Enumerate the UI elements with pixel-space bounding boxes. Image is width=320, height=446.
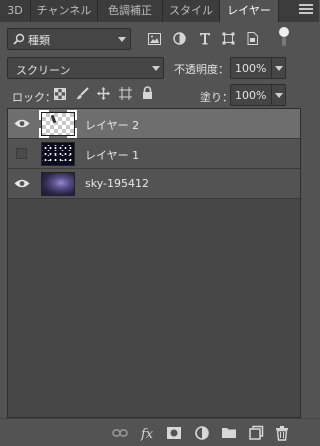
layer-thumbnail-stars <box>41 142 75 166</box>
tab-3d[interactable]: 3D <box>0 0 31 22</box>
panel-tab-bar: 3D チャンネル 色調補正 スタイル レイヤー <box>0 0 319 22</box>
svg-text:fx: fx <box>140 427 154 441</box>
trash-icon[interactable] <box>274 425 290 441</box>
filter-label: 種類 <box>28 34 50 47</box>
fill-label: 塗り： <box>200 91 233 104</box>
adjustment-filter-icon[interactable] <box>173 32 186 45</box>
opacity-input[interactable]: 100% <box>230 57 286 79</box>
chevron-down-icon <box>152 66 160 71</box>
layer-name: レイヤー 1 <box>85 149 140 162</box>
layer-name: sky-195412 <box>85 177 149 190</box>
panel-menu-icon[interactable] <box>299 4 313 18</box>
opacity-value: 100% <box>235 62 267 75</box>
type-filter-icon[interactable] <box>199 32 211 45</box>
lock-artboard-icon[interactable] <box>119 87 132 100</box>
layer-row-sky[interactable]: sky-195412 <box>8 169 300 199</box>
layer-row-layer1[interactable]: レイヤー 1 <box>8 139 300 169</box>
fill-value: 100% <box>235 89 267 102</box>
tab-adjustments[interactable]: 色調補正 <box>98 0 163 22</box>
lock-all-icon[interactable] <box>142 86 153 100</box>
link-icon[interactable] <box>112 425 128 441</box>
mask-icon[interactable] <box>166 425 182 441</box>
tab-channels[interactable]: チャンネル <box>31 0 98 22</box>
pixel-filter-icon[interactable] <box>148 33 161 45</box>
layer-thumbnail-transparent <box>39 110 77 138</box>
lock-transparent-pixels-icon[interactable] <box>54 88 66 100</box>
opacity-label: 不透明度： <box>174 63 229 76</box>
layers-panel: 3D チャンネル 色調補正 スタイル レイヤー 種類 スクリーン 不透明度： 1… <box>0 0 319 446</box>
layer-thumbnail-sky <box>41 172 75 196</box>
fx-icon[interactable]: fx <box>140 425 156 441</box>
chevron-down-icon <box>118 37 126 42</box>
lock-label: ロック： <box>12 91 56 104</box>
tab-styles[interactable]: スタイル <box>163 0 220 22</box>
eye-icon[interactable] <box>14 118 30 129</box>
visibility-toggle[interactable] <box>16 148 27 159</box>
layer-filter-select[interactable]: 種類 <box>7 28 131 50</box>
shape-filter-icon[interactable] <box>222 32 235 45</box>
filter-toggle-switch[interactable] <box>279 27 289 47</box>
layers-list: レイヤー 2 レイヤー 1 sky-195412 <box>7 108 301 418</box>
eye-icon[interactable] <box>14 178 30 189</box>
adjustment-icon[interactable] <box>194 425 210 441</box>
new-layer-icon[interactable] <box>248 425 264 441</box>
lock-image-pixels-icon[interactable] <box>76 87 89 100</box>
layer-row-layer2[interactable]: レイヤー 2 <box>8 109 300 139</box>
layer-name: レイヤー 2 <box>85 119 140 132</box>
layers-bottom-toolbar: fx <box>0 418 319 446</box>
smart-object-filter-icon[interactable] <box>247 32 258 45</box>
blend-mode-select[interactable]: スクリーン <box>7 57 164 79</box>
search-icon <box>13 33 25 45</box>
chevron-down-icon <box>275 66 283 71</box>
tab-layers[interactable]: レイヤー <box>220 0 279 22</box>
lock-position-icon[interactable] <box>97 87 110 100</box>
blend-mode-value: スクリーン <box>16 64 71 77</box>
chevron-down-icon <box>275 93 283 98</box>
fill-input[interactable]: 100% <box>230 84 286 106</box>
folder-icon[interactable] <box>221 425 237 441</box>
